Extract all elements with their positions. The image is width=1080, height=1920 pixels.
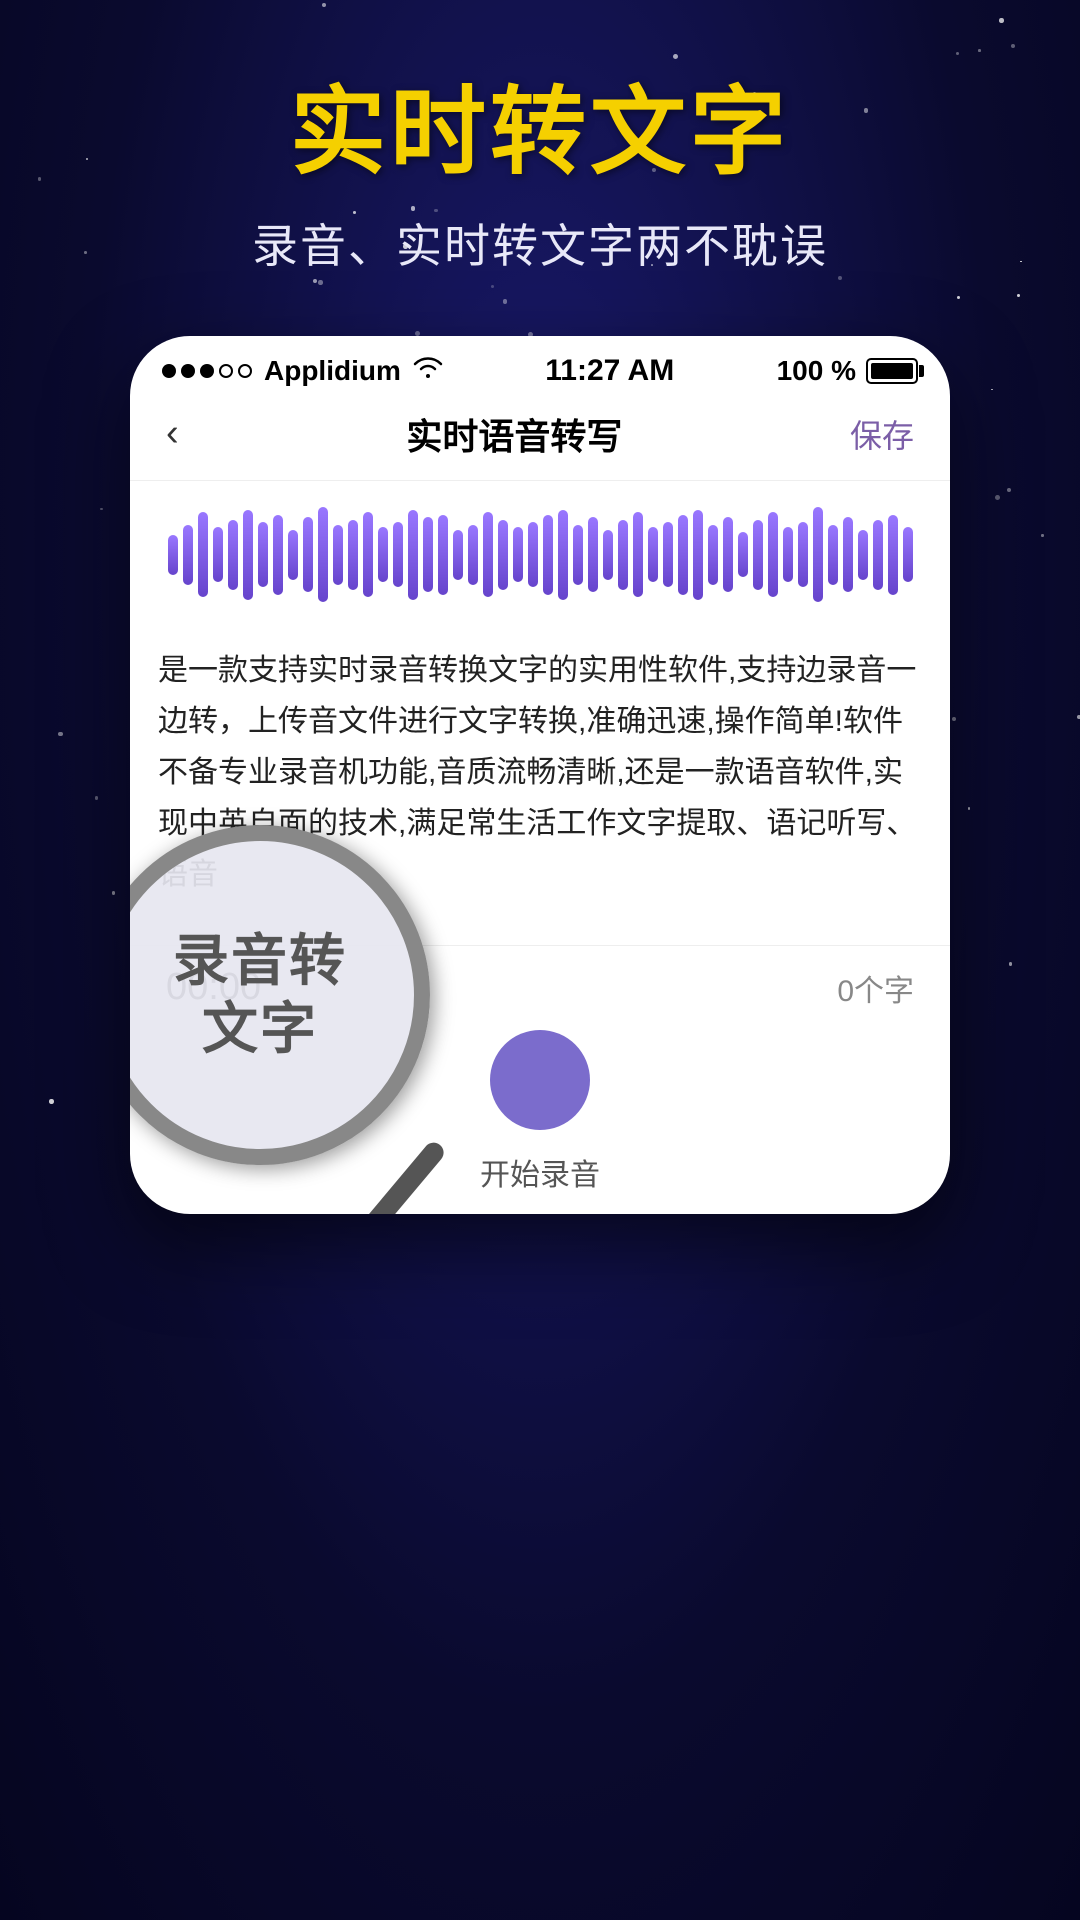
back-button[interactable]: ‹	[166, 412, 179, 455]
waveform-bar	[783, 527, 793, 582]
waveform-bar	[558, 510, 568, 600]
carrier-name: Applidium	[264, 355, 401, 387]
waveform-bar	[513, 527, 523, 582]
status-right: 100 %	[777, 355, 918, 387]
waveform-bar	[228, 520, 238, 590]
signal-dot-2	[181, 364, 195, 378]
waveform-bar	[453, 530, 463, 580]
waveform-bar	[423, 517, 433, 592]
waveform-bar	[648, 527, 658, 582]
waveform-bar	[708, 525, 718, 585]
magnifier-overlay: 录音转文字	[130, 825, 430, 1165]
battery-icon	[866, 358, 918, 384]
signal-dot-3	[200, 364, 214, 378]
hero-subtitle: 录音、实时转文字两不耽误	[0, 210, 1080, 276]
waveform-bar	[828, 525, 838, 585]
phone-wrapper: Applidium 11:27 AM 100 % ‹ 实时	[0, 336, 1080, 1214]
waveform-bar	[693, 510, 703, 600]
waveform-bar	[798, 522, 808, 587]
magnifier-text: 录音转文字	[173, 927, 347, 1061]
waveform-container	[130, 481, 950, 625]
hero-section: 实时转文字 录音、实时转文字两不耽误	[0, 0, 1080, 276]
waveform-bar	[183, 525, 193, 585]
nav-bar: ‹ 实时语音转写 保存	[130, 398, 950, 481]
status-left: Applidium	[162, 355, 443, 387]
char-count: 0个字	[837, 966, 914, 1010]
signal-dot-5	[238, 364, 252, 378]
waveform-bar	[333, 525, 343, 585]
waveform-bar	[498, 520, 508, 590]
waveform-bar	[318, 507, 328, 602]
waveform-bar	[483, 512, 493, 597]
waveform-bar	[618, 520, 628, 590]
magnifier: 录音转文字	[130, 825, 430, 1165]
waveform-bar	[198, 512, 208, 597]
waveform-bar	[903, 527, 913, 582]
waveform-bar	[753, 520, 763, 590]
waveform-bar	[843, 517, 853, 592]
waveform-bar	[813, 507, 823, 602]
waveform-bar	[213, 527, 223, 582]
content-with-magnifier: 录音转文字 是一款支持实时录音转换文字的实用性软件,支持边录音一边转，上传音文件…	[130, 625, 950, 945]
waveform-bar	[303, 517, 313, 592]
waveform-bar	[858, 530, 868, 580]
signal-dot-1	[162, 364, 176, 378]
waveform-bar	[378, 527, 388, 582]
waveform	[158, 505, 922, 605]
waveform-bar	[243, 510, 253, 600]
waveform-bar	[543, 515, 553, 595]
waveform-bar	[468, 525, 478, 585]
waveform-bar	[408, 510, 418, 600]
waveform-bar	[348, 520, 358, 590]
waveform-bar	[528, 522, 538, 587]
waveform-bar	[588, 517, 598, 592]
waveform-bar	[438, 515, 448, 595]
waveform-bar	[738, 532, 748, 577]
waveform-bar	[723, 517, 733, 592]
waveform-bar	[678, 515, 688, 595]
phone-mockup: Applidium 11:27 AM 100 % ‹ 实时	[130, 336, 950, 1214]
save-button[interactable]: 保存	[850, 411, 914, 457]
battery-percent: 100 %	[777, 355, 856, 387]
record-button[interactable]	[490, 1030, 590, 1130]
wifi-icon	[413, 355, 443, 386]
signal-dots	[162, 364, 252, 378]
signal-dot-4	[219, 364, 233, 378]
waveform-bar	[888, 515, 898, 595]
waveform-bar	[573, 525, 583, 585]
waveform-bar	[603, 530, 613, 580]
hero-title: 实时转文字	[0, 80, 1080, 186]
waveform-bar	[873, 520, 883, 590]
waveform-bar	[363, 512, 373, 597]
waveform-bar	[288, 530, 298, 580]
waveform-bar	[768, 512, 778, 597]
status-time: 11:27 AM	[545, 354, 674, 388]
waveform-bar	[633, 512, 643, 597]
waveform-bar	[273, 515, 283, 595]
battery-fill	[871, 363, 913, 379]
waveform-bar	[393, 522, 403, 587]
waveform-bar	[663, 522, 673, 587]
page-title: 实时语音转写	[406, 408, 622, 460]
waveform-bar	[168, 535, 178, 575]
status-bar: Applidium 11:27 AM 100 %	[130, 336, 950, 398]
waveform-bar	[258, 522, 268, 587]
